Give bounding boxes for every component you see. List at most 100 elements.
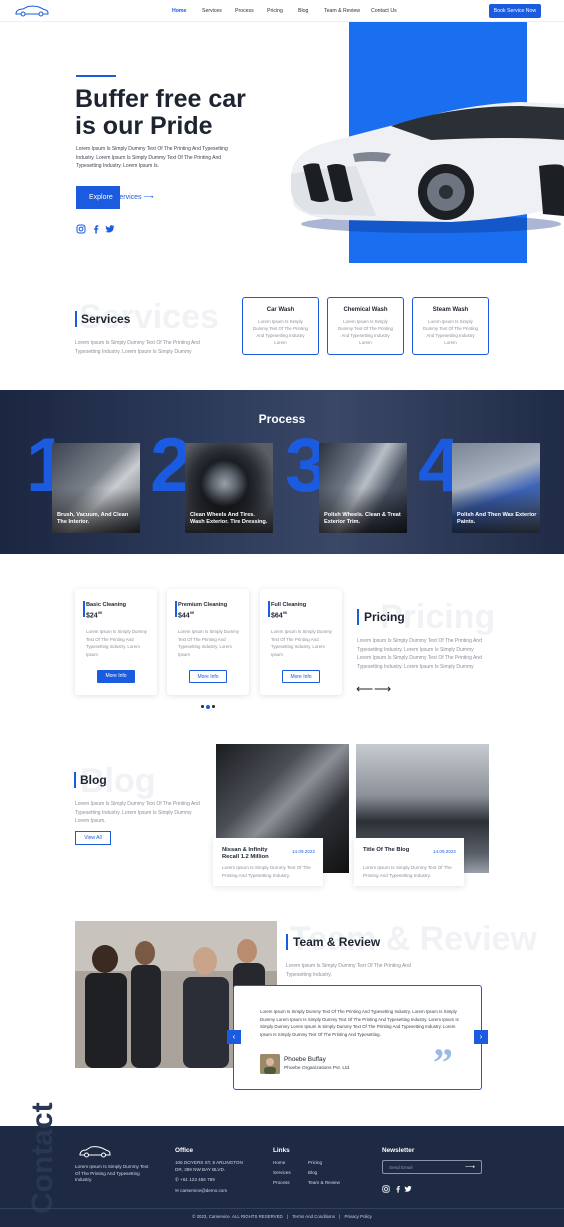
book-service-button[interactable]: Book Service Now [489, 4, 541, 18]
plan-name: Premium Cleaning [178, 602, 228, 608]
blog-post-text: Lorem Ipsum Is Simply Dummy Text Of The … [222, 865, 311, 878]
twitter-icon[interactable] [404, 1185, 412, 1193]
blog-post-title: Title Of The Blog [363, 847, 410, 853]
review-prev-button[interactable]: ‹ [227, 1030, 241, 1044]
facebook-icon[interactable] [394, 1185, 402, 1193]
footer-phone[interactable]: ✆ +61 123 456 789 [175, 1177, 255, 1184]
carousel-dot[interactable] [212, 705, 215, 708]
team-title: Team & Review [293, 935, 381, 949]
footer-link-team-review[interactable]: Team & Review [308, 1180, 340, 1187]
footer-link-home[interactable]: Home [273, 1160, 285, 1167]
header: Home Services Process Pricing Blog Team … [0, 0, 564, 22]
nav-process[interactable]: Process [235, 8, 254, 14]
services-text: Lorem Ipsum Is Simply Dummy Text Of The … [75, 340, 200, 355]
nav-services[interactable]: Services [202, 8, 222, 14]
copyright-text: © 2023, Carservice. ALL RIGHTS RESERVED [192, 1214, 283, 1219]
more-info-button[interactable]: More Info [97, 670, 135, 683]
instagram-icon[interactable] [76, 224, 86, 234]
process-card-3[interactable]: Polish Wheels. Clean & Treat Exterior Tr… [319, 443, 407, 533]
blog-card-2[interactable]: Title Of The Blog 14.09.2022 Lorem Ipsum… [354, 838, 464, 886]
hero-car-image [291, 102, 564, 233]
process-card-2[interactable]: Clean Wheels And Tires. Wash Exterior. T… [185, 443, 273, 533]
carousel-dot[interactable] [201, 705, 204, 708]
pricing-text: Lorem Ipsum Is Simply Dummy Text Of The … [357, 638, 482, 670]
footer-link-services[interactable]: Services [273, 1170, 291, 1177]
blog-post-title: Nissan & Infinity Recall 1.2 Million [222, 847, 269, 860]
newsletter-email-input[interactable]: Send Email ⟶ [382, 1160, 482, 1174]
process-section: Process 1 2 3 4 Brush, Vacuum, And Clean… [0, 390, 564, 554]
newsletter-placeholder: Send Email [389, 1165, 413, 1170]
plan-price: $6400 [271, 610, 288, 620]
nav-pricing[interactable]: Pricing [267, 8, 283, 14]
view-all-button[interactable]: View All [75, 831, 111, 845]
process-card-1[interactable]: Brush, Vacuum, And Clean The Interior. [52, 443, 140, 533]
footer-ghost-title: Contact [26, 1102, 59, 1214]
avatar [260, 1054, 280, 1074]
arrow-left-icon[interactable]: ⟵ [356, 682, 373, 696]
team-accent-bar [286, 934, 288, 950]
reviewer-org: Phoebe Organizations Pvt. Ltd. [284, 1066, 351, 1071]
blog-title: Blog [80, 773, 107, 787]
footer-about-text: Lorem Ipsum Is Simply Dummy Text Of The … [75, 1164, 149, 1183]
page: Home Services Process Pricing Blog Team … [0, 0, 564, 1227]
instagram-icon[interactable] [382, 1185, 390, 1193]
terms-link[interactable]: Terms And Conditions [292, 1214, 335, 1219]
process-card-4[interactable]: Polish And Then Wax Exterior Paints. [452, 443, 540, 533]
explore-services-button[interactable]: Explore Services ⟶ [89, 193, 154, 201]
footer-link-blog[interactable]: Blog [308, 1170, 317, 1177]
twitter-icon[interactable] [105, 224, 115, 234]
footer-email[interactable]: ✉ carservice@demo.com [175, 1188, 255, 1195]
privacy-link[interactable]: Privacy Policy [345, 1214, 372, 1219]
arrow-right-icon[interactable]: ⟶ [374, 682, 391, 696]
service-card-text: Lorem Ipsum Is Simply Dummy Text Of The … [253, 319, 308, 345]
process-step-label: Brush, Vacuum, And Clean The Interior. [57, 512, 129, 525]
footer-link-process[interactable]: Process [273, 1180, 290, 1187]
pricing-card-premium: Premium Cleaning $4400 Lorem Ipsum Is Si… [167, 589, 249, 695]
pricing-card-full: Full Cleaning $6400 Lorem Ipsum Is Simpl… [260, 589, 342, 695]
service-card-title: Steam Wash [432, 307, 469, 313]
service-card-title: Car Wash [266, 307, 295, 313]
footer-address: 106 DOYERS ST, 8 ARLINGTON DR, 399 NW BA… [175, 1160, 243, 1172]
service-card-steam-wash[interactable]: Steam Wash Lorem Ipsum Is Simply Dummy T… [412, 297, 489, 355]
carousel-dot-active[interactable] [206, 704, 210, 709]
explore-label-lead: Explore [89, 194, 115, 201]
process-title: Process [258, 412, 306, 426]
arrow-right-icon: ⟶ [143, 194, 154, 201]
services-title: Services [81, 312, 131, 326]
plan-text: Lorem Ipsum Is Simply Dummy Text Of The … [86, 629, 147, 657]
explore-label-rest: Services [114, 194, 142, 201]
plan-text: Lorem Ipsum Is Simply Dummy Text Of The … [271, 629, 332, 657]
service-card-chemical-wash[interactable]: Chemical Wash Lorem Ipsum Is Simply Dumm… [327, 297, 404, 355]
service-card-text: Lorem Ipsum Is Simply Dummy Text Of The … [423, 319, 478, 345]
nav-blog[interactable]: Blog [298, 8, 308, 14]
team-text: Lorem Ipsum Is Simply Dummy Text Of The … [286, 963, 411, 978]
facebook-icon[interactable] [91, 224, 101, 234]
footer-link-pricing[interactable]: Pricing [308, 1160, 322, 1167]
footer-office-heading: Office [175, 1147, 194, 1154]
pricing-card-basic: Basic Cleaning $2400 Lorem Ipsum Is Simp… [75, 589, 157, 695]
blog-card-1[interactable]: Nissan & Infinity Recall 1.2 Million 14.… [213, 838, 323, 886]
review-card: Lorem Ipsum Is Simply Dummy Text Of The … [233, 985, 482, 1090]
plan-name: Basic Cleaning [86, 602, 127, 608]
plan-text: Lorem Ipsum Is Simply Dummy Text Of The … [178, 629, 239, 657]
blog-post-text: Lorem Ipsum Is Simply Dummy Text Of The … [363, 865, 452, 878]
send-icon[interactable]: ⟶ [465, 1163, 475, 1171]
nav-home[interactable]: Home [172, 8, 186, 14]
footer-links-heading: Links [273, 1147, 290, 1154]
hero-accent-line [76, 75, 116, 77]
plan-name: Full Cleaning [271, 602, 307, 608]
process-step-label: Clean Wheels And Tires. Wash Exterior. T… [190, 512, 268, 525]
footer-newsletter-heading: Newsletter [382, 1147, 415, 1154]
car-logo-icon[interactable] [78, 1145, 112, 1159]
hero-text: Lorem Ipsum Is Simply Dummy Text Of The … [76, 146, 228, 170]
service-card-car-wash[interactable]: Car Wash Lorem Ipsum Is Simply Dummy Tex… [242, 297, 319, 355]
nav-contact[interactable]: Contact Us [371, 8, 397, 14]
reviewer-name: Phoebe Buffay [284, 1056, 326, 1063]
car-logo-icon[interactable] [14, 5, 50, 17]
more-info-button[interactable]: More Info [282, 670, 320, 683]
review-next-button[interactable]: › [474, 1030, 488, 1044]
blog-post-date: 14.09.2022 [292, 849, 315, 854]
plan-price: $4400 [178, 610, 195, 620]
nav-team-review[interactable]: Team & Review [324, 8, 360, 14]
more-info-button[interactable]: More Info [189, 670, 227, 683]
